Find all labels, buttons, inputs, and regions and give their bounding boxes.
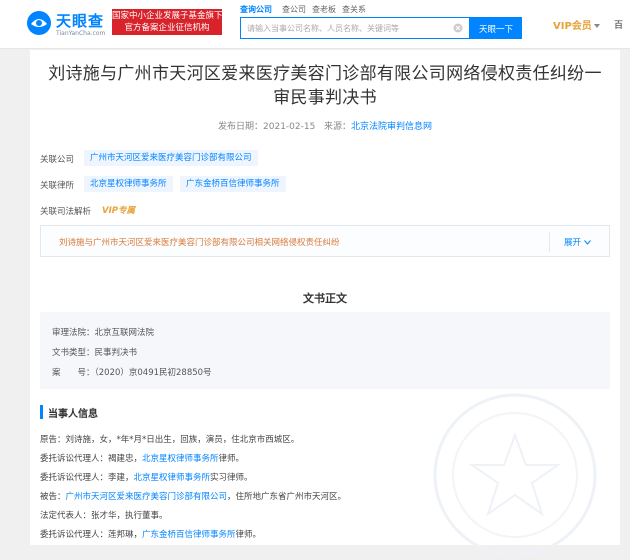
case-number-line: 案 号：（2020）京0491民初28850号 [52,368,212,378]
party-line: 委托诉讼代理人：李建，北京星权律师事务所实习律师。 [40,471,253,483]
divider [549,232,550,252]
party-text: 律师。 [235,530,262,540]
party-text: ，住所地广东省广州市天河区。 [227,492,347,502]
search-placeholder: 请输入当事公司名称、人员名称、关键词等 [247,24,399,33]
party-line: 委托诉讼代理人：莲邦琳，广东金桥百信律师事务所律师。 [40,528,261,540]
party-text: 实习律师。 [210,473,253,483]
party-line: 被告：广州市天河区爱来医疗美容门诊部有限公司，住所地广东省广州市天河区。 [40,490,346,502]
vip-label: VIP会员 [553,21,592,32]
party-text: 原告：刘诗施，女，*年*月*日出生，回族，演员，住北京市西城区。 [40,435,300,445]
parties-heading: 当事人信息 [40,405,98,420]
vip-exclusive-badge: VIP专属 [102,206,135,216]
party-text: 律师。 [218,454,245,464]
expand-button[interactable]: 展开 [564,236,591,248]
seal-watermark [433,393,597,557]
tab-relation[interactable]: 查关系 [342,4,366,15]
chevron-down-icon [583,240,591,245]
party-line: 原告：刘诗施，女，*年*月*日出生，回族，演员，住北京市西城区。 [40,433,299,445]
related-analysis-label: 关联司法解析 [40,207,92,217]
party-text: 委托诉讼代理人：莲邦琳， [40,530,143,540]
gov-badge-line1: 国家中小企业发展子基金旗下 [112,11,223,21]
party-line: 委托诉讼代理人：褐建忠，北京星权律师事务所律师。 [40,452,244,464]
publish-date-label: 发布日期： [218,122,264,132]
vip-member-menu[interactable]: VIP会员 [553,17,600,32]
related-case-link[interactable]: 刘诗施与广州市天河区爱来医疗美容门诊部有限公司相关网络侵权责任纠纷 [59,236,340,248]
more-nav-link[interactable]: 百 [614,18,623,31]
search-button[interactable]: 天眼一下 [470,17,522,39]
search-input[interactable]: 请输入当事公司名称、人员名称、关键词等 [240,17,470,39]
party-text: 法定代表人：张才华，执行董事。 [40,511,168,521]
doc-info-box: 审理法院：北京互联网法院 文书类型：民事判决书 案 号：（2020）京0491民… [40,312,610,389]
related-case-box[interactable]: 刘诗施与广州市天河区爱来医疗美容门诊部有限公司相关网络侵权责任纠纷 展开 [40,225,610,257]
related-lawfirm-tag[interactable]: 广东金桥百信律师事务所 [180,176,286,192]
tab-search-company[interactable]: 查询公司 [240,4,272,15]
company-link[interactable]: 广州市天河区爱来医疗美容门诊部有限公司 [66,492,228,502]
tianyancha-logo[interactable]: 天眼查 TianYanCha.com [26,8,106,42]
section-title: 文书正文 [303,292,347,305]
lawfirm-link[interactable]: 北京星权律师事务所 [142,454,219,464]
related-company-label: 关联公司 [40,155,75,165]
gov-badge[interactable]: 国家中小企业发展子基金旗下 官方备案企业征信机构 [112,9,223,35]
party-text: 委托诉讼代理人：褐建忠， [40,454,143,464]
party-text: 被告： [40,492,66,502]
expand-label: 展开 [564,238,582,248]
party-text: 委托诉讼代理人：李建， [40,473,134,483]
lawfirm-link[interactable]: 北京星权律师事务所 [134,473,211,483]
related-lawfirm-label: 关联律所 [40,181,75,191]
source-link[interactable]: 北京法院审判信息网 [351,122,432,132]
clear-icon[interactable] [453,23,463,33]
gov-badge-line2: 官方备案企业征信机构 [124,23,210,33]
parties-heading-text: 当事人信息 [48,409,98,420]
page-title: 刘诗施与广州市天河区爱来医疗美容门诊部有限公司网络侵权责任纠纷一审民事判决书 [48,64,602,108]
eye-logo-icon [27,11,51,35]
top-header: 天眼查 TianYanCha.com 国家中小企业发展子基金旗下 官方备案企业征… [0,0,630,49]
source-label: 来源： [323,122,351,132]
logo-text: 天眼查 [56,12,105,30]
logo-domain: TianYanCha.com [56,30,106,37]
court-line: 审理法院：北京互联网法院 [52,328,155,338]
chevron-down-icon [593,24,600,28]
doc-meta: 发布日期：2021-02-15 来源：北京法院审判信息网 [30,119,620,132]
publish-date: 2021-02-15 [263,122,316,132]
tab-boss[interactable]: 查老板 [312,4,336,15]
tab-company[interactable]: 查公司 [282,4,306,15]
related-lawfirm-tag[interactable]: 北京星权律师事务所 [84,176,173,192]
party-line: 法定代表人：张才华，执行董事。 [40,509,168,521]
lawfirm-link[interactable]: 广东金桥百信律师事务所 [142,530,236,540]
judgment-card: 刘诗施与广州市天河区爱来医疗美容门诊部有限公司网络侵权责任纠纷一审民事判决书 发… [30,50,620,557]
doc-type-line: 文书类型：民事判决书 [52,348,138,358]
related-company-tag[interactable]: 广州市天河区爱来医疗美容门诊部有限公司 [84,150,258,166]
